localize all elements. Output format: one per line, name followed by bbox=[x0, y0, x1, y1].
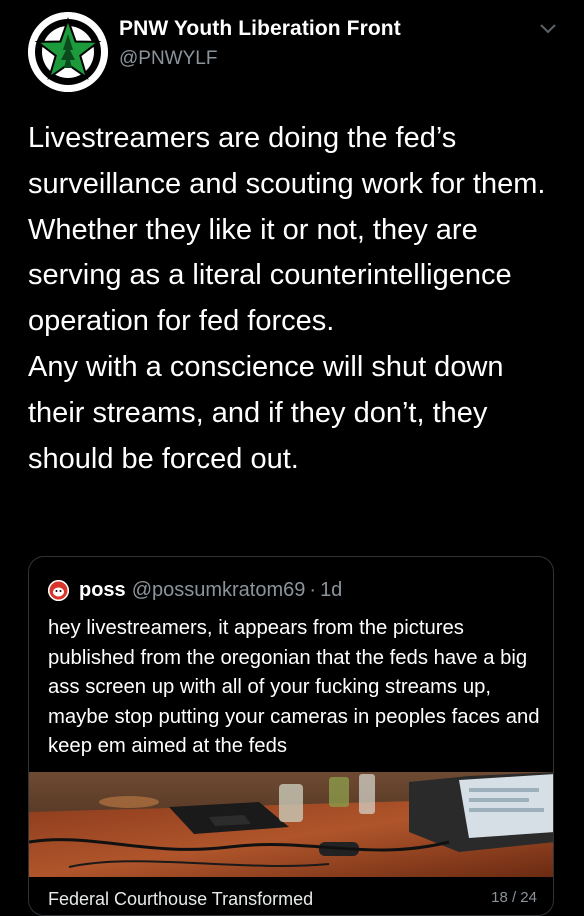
quoted-tweet-card[interactable]: poss @possumkratom69 · 1d hey livestream… bbox=[28, 556, 554, 916]
quoted-tweet-header: poss @possumkratom69 · 1d bbox=[48, 578, 342, 602]
quoted-media-image[interactable] bbox=[29, 772, 553, 877]
green-star-logo-icon bbox=[28, 12, 108, 92]
media-page-counter: 18 / 24 bbox=[491, 889, 537, 906]
possum-avatar-icon bbox=[48, 579, 69, 601]
quoted-timestamp: 1d bbox=[320, 578, 343, 601]
author-avatar[interactable] bbox=[28, 12, 108, 92]
quoted-author-avatar bbox=[48, 579, 69, 601]
author-display-name[interactable]: PNW Youth Liberation Front bbox=[119, 17, 401, 41]
quoted-author-name: poss bbox=[79, 578, 126, 601]
quoted-author-handle: @possumkratom69 bbox=[131, 578, 306, 601]
chevron-down-icon[interactable] bbox=[538, 22, 558, 36]
quoted-separator: · bbox=[309, 578, 317, 601]
quoted-tweet-text: hey livestreamers, it appears from the p… bbox=[48, 617, 546, 757]
author-handle[interactable]: @PNWYLF bbox=[119, 48, 217, 70]
tweet-text: Livestreamers are doing the fed’s survei… bbox=[28, 122, 546, 475]
